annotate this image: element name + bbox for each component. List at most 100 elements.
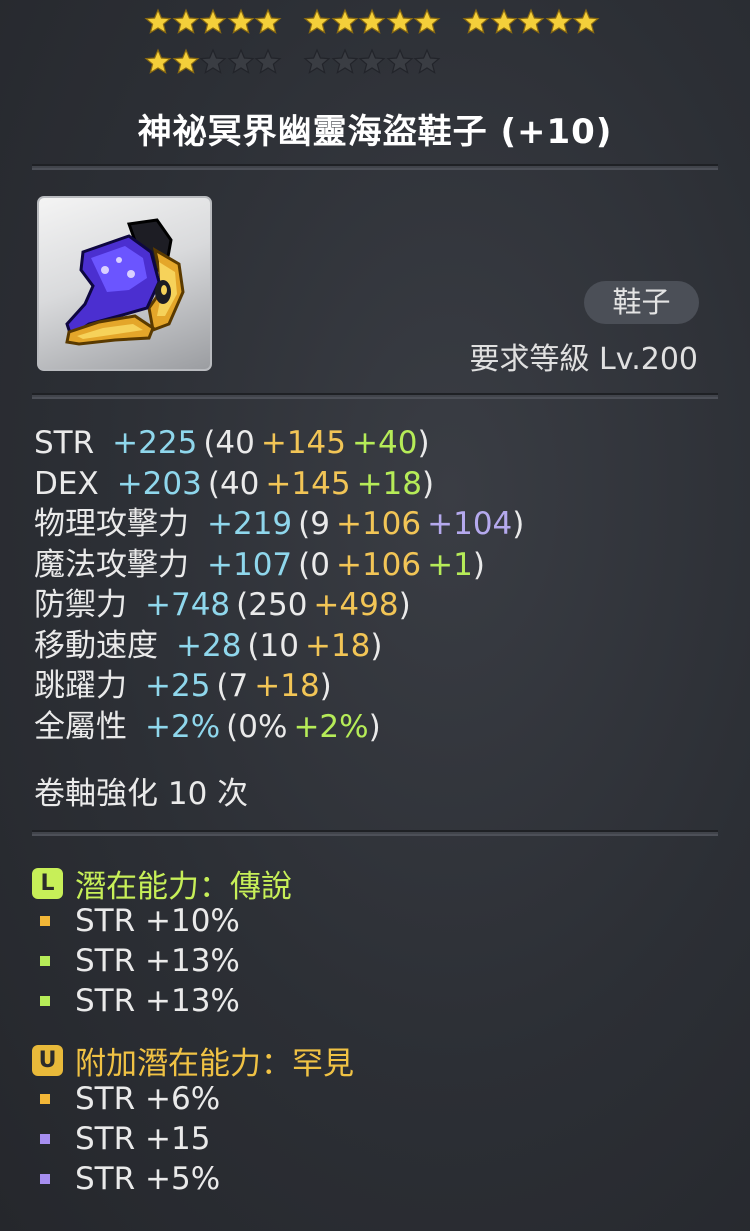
stat-line: 物理攻擊力 +219 (9 +106 +104) xyxy=(34,504,524,545)
star-filled-icon xyxy=(413,8,441,34)
stat-close: ) xyxy=(319,668,332,704)
stat-base: (0 xyxy=(298,546,330,583)
potential-line: STR +13% xyxy=(40,943,240,979)
bullet-icon xyxy=(40,1134,50,1144)
stat-total: +25 xyxy=(145,668,211,704)
bullet-icon xyxy=(40,916,50,926)
stat-close: ) xyxy=(370,627,383,664)
star-filled-icon xyxy=(144,8,172,34)
stat-bonus: +40 xyxy=(352,425,418,461)
star-filled-icon xyxy=(462,8,490,34)
potential-line-text: STR +13% xyxy=(75,983,240,1019)
stat-base: (10 xyxy=(247,627,299,664)
stat-base: (40 xyxy=(207,465,260,502)
stat-close: ) xyxy=(472,546,485,583)
bullet-icon xyxy=(40,1174,50,1184)
stat-total: +107 xyxy=(207,546,293,583)
stat-name: 物理攻擊力 xyxy=(34,506,189,542)
star-empty-icon xyxy=(385,48,414,74)
star-group xyxy=(144,48,282,76)
potential-line: STR +5% xyxy=(40,1161,220,1197)
stat-bonus: +18 xyxy=(356,465,422,502)
stat-close: ) xyxy=(398,587,411,623)
stat-name: 跳躍力 xyxy=(34,668,127,704)
stat-total: +219 xyxy=(207,506,293,542)
additional-potential-header: U 附加潛在能力：罕見 xyxy=(32,1038,354,1083)
stat-line: 全屬性 +2% (0% +2%) xyxy=(34,707,524,748)
star-force-row-1 xyxy=(144,8,621,36)
bullet-icon xyxy=(40,956,50,966)
stat-close: ) xyxy=(368,708,381,745)
stat-line: 跳躍力 +25 (7 +18) xyxy=(34,666,524,707)
stat-line: 魔法攻擊力 +107 (0 +106 +1) xyxy=(34,545,524,586)
item-icon-frame xyxy=(37,196,212,371)
stat-bonus: +145 xyxy=(260,425,347,461)
stat-base: (250 xyxy=(236,587,308,623)
star-group xyxy=(462,8,600,36)
star-filled-icon xyxy=(572,8,600,34)
star-empty-icon xyxy=(303,48,331,74)
star-force-row-2 xyxy=(144,48,462,76)
star-empty-icon xyxy=(254,48,282,74)
star-filled-icon xyxy=(144,48,172,74)
star-empty-icon xyxy=(330,48,359,74)
potential-line: STR +15 xyxy=(40,1121,210,1157)
star-empty-icon xyxy=(358,48,386,74)
star-filled-icon xyxy=(171,8,200,34)
divider xyxy=(32,393,718,399)
stat-close: ) xyxy=(417,425,430,461)
star-filled-icon xyxy=(544,8,573,34)
stat-total: +225 xyxy=(112,425,198,461)
stat-name: 魔法攻擊力 xyxy=(34,546,189,583)
star-group xyxy=(303,8,441,36)
stat-bonus: +18 xyxy=(304,627,371,664)
stat-name: STR xyxy=(34,425,95,461)
star-filled-icon xyxy=(226,8,255,34)
star-filled-icon xyxy=(171,48,200,74)
additional-potential-label: 附加潛在能力：罕見 xyxy=(75,1046,354,1082)
stat-bonus: +2% xyxy=(293,708,369,745)
star-empty-icon xyxy=(413,48,441,74)
stat-list: STR +225 (40 +145 +40) DEX +203 (40 +145 +18) 物理攻擊… xyxy=(34,423,524,747)
stat-total: +203 xyxy=(116,465,202,502)
star-group xyxy=(303,48,441,76)
legendary-tier-icon: L xyxy=(32,868,63,899)
required-level: 要求等級 Lv.200 xyxy=(469,342,698,377)
stat-line: 防禦力 +748 (250 +498) xyxy=(34,585,524,626)
stat-base: (0% xyxy=(226,708,288,745)
star-filled-icon xyxy=(199,8,227,34)
potential-line: STR +10% xyxy=(40,903,240,939)
potential-line: STR +13% xyxy=(40,983,240,1019)
stat-close: ) xyxy=(512,506,525,542)
star-filled-icon xyxy=(517,8,545,34)
star-filled-icon xyxy=(489,8,518,34)
stat-bonus: +106 xyxy=(335,546,422,583)
unique-tier-icon: U xyxy=(32,1045,63,1076)
stat-total: +748 xyxy=(145,587,231,623)
divider xyxy=(32,164,718,170)
stat-bonus: +145 xyxy=(265,465,351,502)
item-type-badge: 鞋子 xyxy=(584,281,699,324)
potential-label: 潛在能力：傳說 xyxy=(75,869,292,905)
star-filled-icon xyxy=(254,8,282,34)
bullet-icon xyxy=(40,1094,50,1104)
potential-line-text: STR +5% xyxy=(75,1161,221,1197)
bullet-icon xyxy=(40,996,50,1006)
divider xyxy=(32,830,718,836)
stat-bonus: +18 xyxy=(254,668,320,704)
shoe-icon xyxy=(65,218,185,346)
star-empty-icon xyxy=(199,48,227,74)
potential-line-text: STR +6% xyxy=(75,1081,221,1117)
stat-name: 移動速度 xyxy=(34,627,158,664)
stat-line: STR +225 (40 +145 +40) xyxy=(34,423,524,464)
stat-line: 移動速度 +28 (10 +18) xyxy=(34,626,524,667)
stat-total: +2% xyxy=(145,708,221,745)
potential-line-text: STR +10% xyxy=(75,903,240,939)
stat-bonus: +1 xyxy=(427,546,473,583)
stat-total: +28 xyxy=(176,627,242,664)
scroll-upgrade-count: 卷軸強化 10 次 xyxy=(34,776,249,812)
stat-base: (9 xyxy=(298,506,330,542)
stat-name: DEX xyxy=(34,465,99,502)
star-group xyxy=(144,8,282,36)
potential-line: STR +6% xyxy=(40,1081,220,1117)
